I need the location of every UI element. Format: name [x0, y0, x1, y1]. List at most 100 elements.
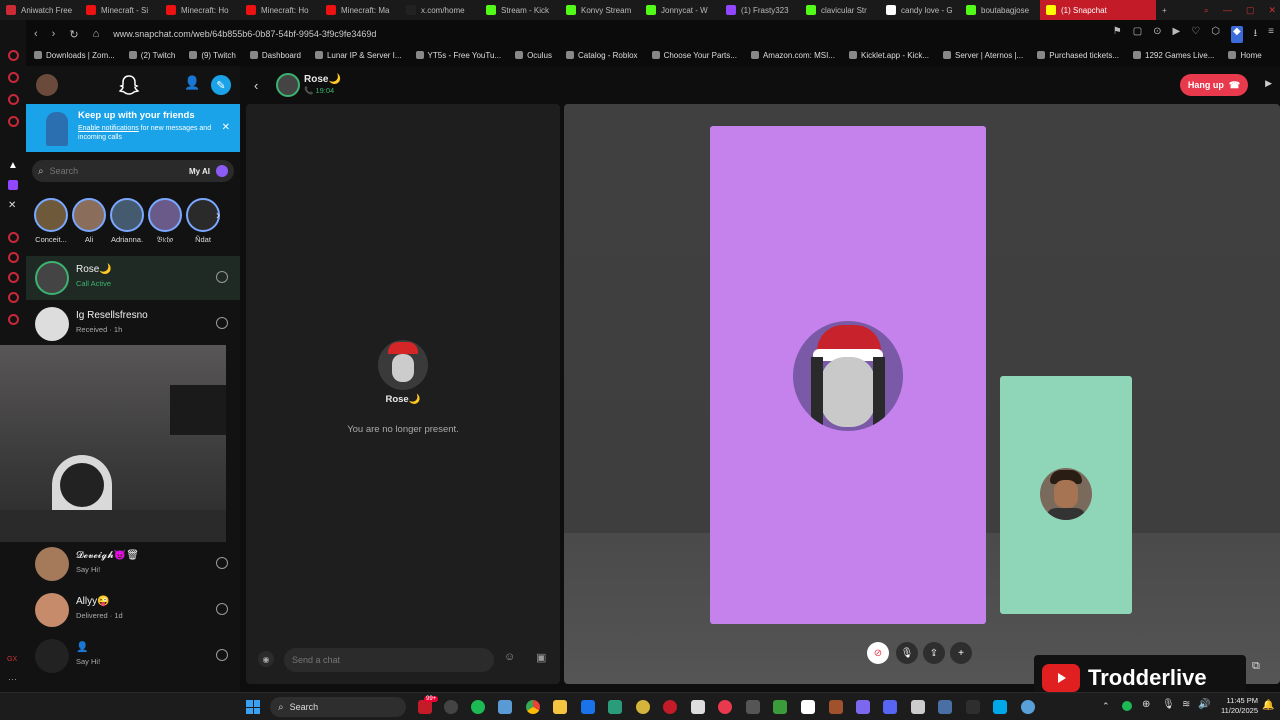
tray-spotify-icon[interactable] — [1122, 701, 1132, 711]
expand-icon[interactable]: ▶ — [1265, 78, 1272, 89]
chat-row[interactable]: 𝓓𝓮𝓿𝓮𝓲𝓰𝓱😈🗑 Say Hi! — [26, 542, 240, 586]
windows-start-icon[interactable] — [246, 700, 260, 714]
browser-tab[interactable]: (1) Snapchat — [1040, 0, 1156, 20]
back-arrow-icon[interactable]: ‹ — [254, 78, 258, 93]
profile-icon[interactable]: ◆ — [1230, 26, 1243, 43]
chat-camera-icon[interactable] — [216, 649, 228, 661]
app-taskbar-icon-4[interactable] — [636, 700, 650, 714]
chat-camera-icon[interactable] — [216, 603, 228, 615]
bookmark-item[interactable]: Lunar IP & Server I... — [314, 51, 402, 60]
rail-twitch-icon[interactable] — [8, 180, 18, 190]
search-input[interactable] — [49, 166, 170, 176]
app-taskbar-icon-7[interactable] — [718, 700, 732, 714]
app-taskbar-icon-14[interactable] — [966, 700, 980, 714]
app-taskbar-icon-6[interactable] — [691, 700, 705, 714]
app-taskbar-icon-5[interactable] — [663, 700, 677, 714]
browser-tab[interactable]: x.com/home — [400, 0, 480, 20]
bookmark-item[interactable]: Server | Aternos |... — [943, 51, 1023, 60]
rail-whatsapp-icon[interactable] — [8, 94, 19, 105]
add-participant-button[interactable]: + — [950, 642, 972, 664]
home-icon[interactable]: ⌂ — [93, 28, 100, 40]
hang-up-button[interactable]: Hang up ☎ — [1180, 74, 1248, 96]
tray-volume-icon[interactable]: 🔊 — [1198, 699, 1210, 710]
url-field[interactable]: www.snapchat.com/web/64b855b6-0b87-54bf-… — [113, 29, 376, 39]
bookmark-item[interactable]: (9) Twitch — [189, 51, 236, 60]
browser-tab[interactable]: Minecraft: Ho — [160, 0, 240, 20]
bookmark-item[interactable]: Amazon.com: MSI... — [750, 51, 835, 60]
browser-tab[interactable]: (1) Frasty323 — [720, 0, 800, 20]
spotify-taskbar-icon[interactable] — [471, 700, 485, 714]
add-friend-icon[interactable]: 👤 — [184, 75, 200, 91]
bookmark-item[interactable]: Kicklet.app - Kick... — [848, 51, 929, 60]
opera-gx-taskbar-icon[interactable] — [418, 700, 432, 714]
browser-tab[interactable]: boutabagjose — [960, 0, 1040, 20]
rail-messenger-icon[interactable] — [8, 50, 19, 61]
bookmark-item[interactable]: Dashboard — [249, 51, 301, 60]
rail-more-icon[interactable]: ⋯ — [8, 674, 17, 685]
app-taskbar-icon-9[interactable] — [801, 700, 815, 714]
notification-bell-icon[interactable]: 🔔 — [1262, 700, 1274, 711]
rail-app-icon-3[interactable] — [8, 272, 19, 283]
bookmark-item[interactable]: Downloads | Zom... — [34, 51, 115, 60]
app-taskbar-icon-2[interactable] — [498, 700, 512, 714]
app-taskbar-icon-1[interactable] — [444, 700, 458, 714]
story-item[interactable]: Adrianna. — [110, 198, 144, 244]
story-item[interactable]: Conceit... — [34, 198, 68, 244]
rail-app-icon-4[interactable] — [8, 292, 19, 303]
chat-input[interactable] — [292, 655, 482, 665]
browser-tab[interactable]: Jonnycat - W — [640, 0, 720, 20]
browser-tab[interactable]: Stream - Kick — [480, 0, 560, 20]
chrome-taskbar-icon[interactable] — [526, 700, 540, 714]
my-ai-label[interactable]: My AI — [189, 167, 210, 176]
close-window-icon[interactable]: ✕ — [1268, 5, 1276, 16]
chat-row[interactable]: Rose🌙 Call Active — [26, 256, 240, 300]
fullscreen-icon[interactable]: ⧉ — [1252, 660, 1260, 673]
snapchat-ghost-icon[interactable] — [118, 74, 140, 96]
search-tabs-icon[interactable]: ⌕ — [1204, 5, 1209, 16]
rail-app-icon-5[interactable] — [8, 314, 19, 325]
taskbar-clock[interactable]: 11:45 PM 11/20/2025 — [1212, 696, 1258, 716]
new-chat-button[interactable]: ✎ — [211, 75, 231, 95]
taskbar-search[interactable]: ⌕ Search — [270, 697, 406, 717]
browser-tab[interactable]: clavicular Str — [800, 0, 880, 20]
browser-tab[interactable]: Konvy Stream — [560, 0, 640, 20]
browser-tab[interactable]: candy love - G — [880, 0, 960, 20]
chat-camera-icon[interactable] — [216, 557, 228, 569]
app-taskbar-icon-16[interactable] — [1021, 700, 1035, 714]
app-taskbar-icon-8[interactable] — [746, 700, 760, 714]
tray-chevron-icon[interactable]: ⌃ — [1102, 701, 1110, 712]
bookmark-icon[interactable]: ⚑ — [1113, 26, 1122, 43]
menu-icon[interactable]: ≡ — [1268, 26, 1274, 43]
app-taskbar-icon-10[interactable] — [829, 700, 843, 714]
bookmark-item[interactable]: 1292 Games Live... — [1133, 51, 1214, 60]
play-icon[interactable]: ▶ — [1173, 26, 1181, 43]
story-item[interactable]: 𝔅𝔦𝔠𝔥𝔬 — [148, 198, 182, 245]
tray-app-icon[interactable]: ⊕ — [1142, 699, 1150, 710]
app-taskbar-icon-15[interactable] — [993, 700, 1007, 714]
new-tab-button[interactable]: + — [1156, 0, 1173, 20]
download-icon[interactable]: ⭳ — [1254, 26, 1258, 43]
mute-mic-button[interactable]: 🎙 — [896, 642, 918, 664]
bookmark-item[interactable]: Choose Your Parts... — [651, 51, 737, 60]
bookmark-item[interactable]: Catalog - Roblox — [565, 51, 638, 60]
chat-camera-icon[interactable] — [216, 317, 228, 329]
chat-camera-icon[interactable] — [216, 271, 228, 283]
app-taskbar-icon-13[interactable] — [938, 700, 952, 714]
reload-icon[interactable]: ↻ — [69, 28, 78, 41]
chat-row[interactable]: Ig Resellsfresno Received · 1h — [26, 302, 240, 346]
app-taskbar-icon-11[interactable] — [856, 700, 870, 714]
bookmark-item[interactable]: Home — [1228, 51, 1262, 60]
browser-tab[interactable]: Aniwatch Free — [0, 0, 80, 20]
file-explorer-taskbar-icon[interactable] — [553, 700, 567, 714]
story-item[interactable]: Ñdat — [186, 198, 220, 244]
bookmark-item[interactable]: Oculus — [515, 51, 552, 60]
bookmark-item[interactable]: Purchased tickets... — [1037, 51, 1119, 60]
emoji-icon[interactable]: ☺ — [504, 651, 515, 663]
bookmark-item[interactable]: YT5s - Free YouTu... — [415, 51, 501, 60]
rail-vk-icon[interactable] — [8, 116, 19, 127]
rail-app-icon-1[interactable] — [8, 232, 19, 243]
snapshot-icon[interactable]: ▢ — [1133, 26, 1142, 43]
app-taskbar-icon-3[interactable] — [608, 700, 622, 714]
tray-wifi-icon[interactable]: ≋ — [1182, 699, 1190, 710]
stories-next-icon[interactable]: › — [216, 208, 220, 222]
